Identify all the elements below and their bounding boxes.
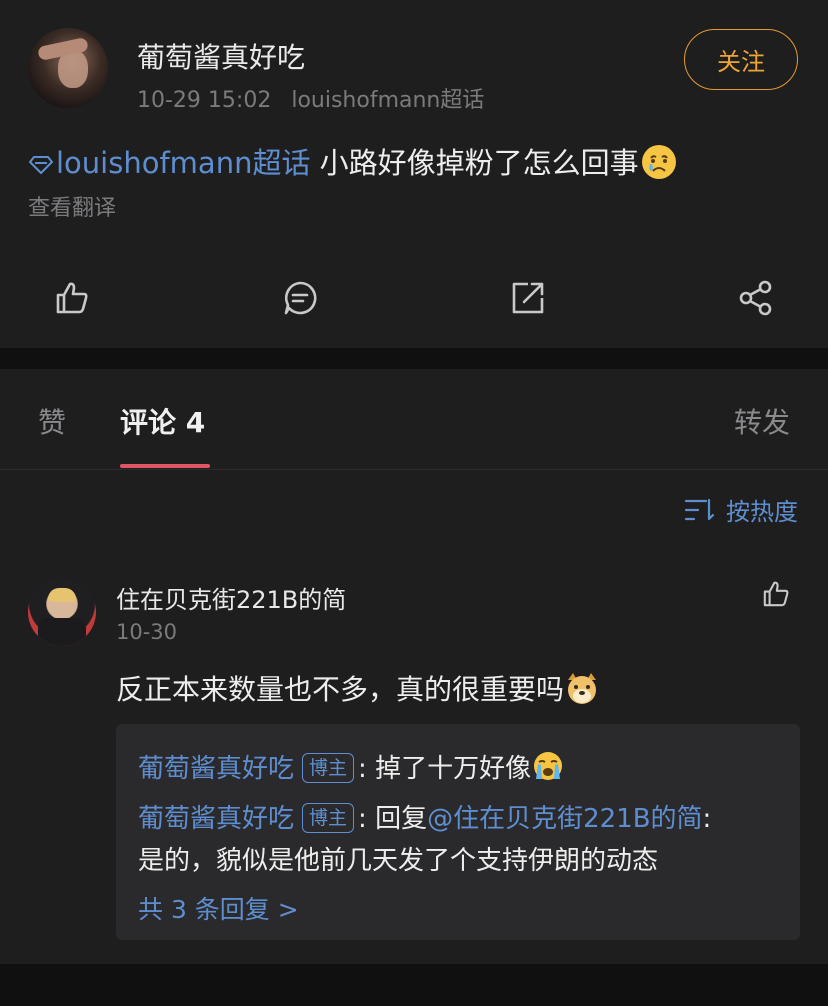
- sort-button[interactable]: 按热度: [684, 492, 798, 527]
- sort-label: 按热度: [726, 498, 798, 526]
- post-text: 小路好像掉粉了怎么回事: [310, 146, 639, 180]
- tab-likes[interactable]: 赞: [38, 401, 66, 441]
- post-card: 葡萄酱真好吃 10-29 15:02 louishofmann超话 关注 loui…: [0, 0, 828, 348]
- author-badge: 博主: [302, 753, 355, 783]
- post-content: louishofmann超话 小路好像掉粉了怎么回事: [28, 140, 679, 189]
- post-actions: [0, 268, 828, 328]
- repost-icon[interactable]: [508, 278, 548, 318]
- reply-text: 掉了十万好像: [375, 754, 532, 784]
- reply-author[interactable]: 葡萄酱真好吃: [138, 804, 294, 834]
- share-icon[interactable]: [736, 278, 776, 318]
- reply-mention[interactable]: @住在贝克街221B的简: [427, 804, 702, 834]
- supertopic-label: louishofmann超话: [56, 146, 311, 180]
- view-more-replies[interactable]: 共 3 条回复 >: [138, 890, 299, 926]
- tab-reposts[interactable]: 转发: [734, 401, 790, 441]
- commenter-name[interactable]: 住在贝克街221B的简: [116, 580, 346, 615]
- post-meta: 10-29 15:02 louishofmann超话: [137, 82, 484, 114]
- reply-colon: :: [358, 754, 376, 784]
- post-author-name[interactable]: 葡萄酱真好吃: [137, 36, 305, 76]
- author-badge: 博主: [302, 803, 355, 833]
- reply-colon: :: [358, 804, 376, 834]
- reply-item: 葡萄酱真好吃 博主: 回复@住在贝克街221B的简:: [138, 798, 711, 835]
- comment-body: 反正本来数量也不多，真的很重要吗: [116, 673, 565, 706]
- translate-link[interactable]: 查看翻译: [28, 190, 116, 222]
- comment-date: 10-30: [116, 620, 178, 644]
- reply-thread[interactable]: 葡萄酱真好吃 博主: 掉了十万好像 葡萄酱真好吃 博主: 回复@住在贝克街221B的…: [116, 724, 800, 940]
- post-source[interactable]: louishofmann超话: [291, 88, 484, 113]
- crying-face-icon: [639, 142, 679, 189]
- active-tab-indicator: [120, 464, 210, 468]
- diamond-icon: [28, 148, 54, 182]
- reply-author[interactable]: 葡萄酱真好吃: [138, 754, 294, 784]
- post-date: 10-29 15:02: [137, 88, 272, 113]
- follow-button[interactable]: 关注: [684, 29, 798, 90]
- like-icon[interactable]: [52, 278, 92, 318]
- commenter-avatar[interactable]: [28, 578, 96, 646]
- avatar-shirt: [38, 618, 86, 646]
- supertopic-link[interactable]: louishofmann超话: [28, 146, 310, 180]
- mention-colon: :: [702, 804, 712, 834]
- interaction-tabs: 赞 评论 4 转发: [0, 369, 828, 470]
- sort-icon: [684, 498, 715, 520]
- comments-section: 按热度 住在贝克街221B的简 10-30 反正本来数量也不多，真的很重要吗 葡…: [0, 470, 828, 964]
- tab-comments[interactable]: 评论 4: [120, 401, 205, 441]
- author-avatar[interactable]: [28, 28, 108, 108]
- comment-like-icon[interactable]: [760, 578, 792, 610]
- reply-prefix: 回复: [375, 804, 428, 834]
- avatar-hair: [48, 588, 76, 602]
- reply-item: 葡萄酱真好吃 博主: 掉了十万好像: [138, 748, 565, 790]
- loudly-crying-face-icon: [531, 749, 565, 790]
- reply-text-continued: 是的，貌似是他前几天发了个支持伊朗的动态: [138, 846, 659, 876]
- comment-text: 反正本来数量也不多，真的很重要吗: [116, 668, 600, 713]
- comment-icon[interactable]: [280, 278, 320, 318]
- doge-icon: [564, 670, 600, 713]
